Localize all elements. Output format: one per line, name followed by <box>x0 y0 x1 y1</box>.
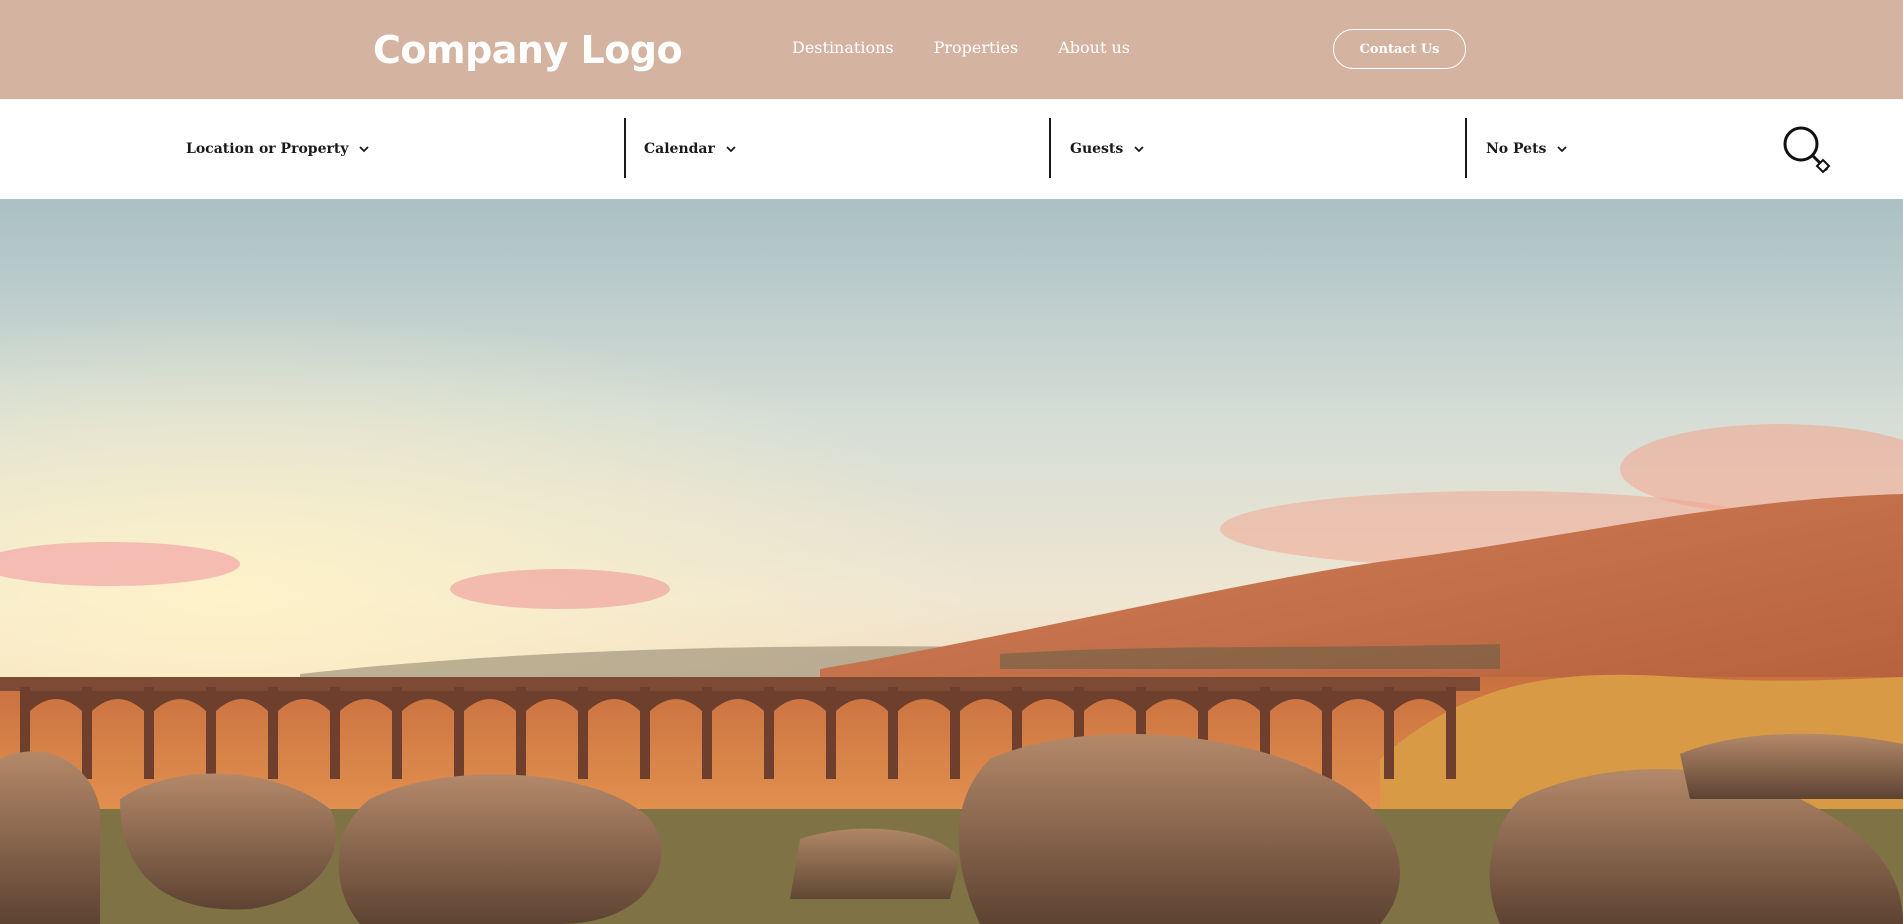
guests-dropdown[interactable]: Guests <box>1070 99 1145 199</box>
viaduct-pillar <box>82 687 92 779</box>
calendar-label: Calendar <box>644 141 715 157</box>
main-nav: Destinations Properties About us <box>792 37 1130 59</box>
search-divider <box>1465 118 1467 178</box>
viaduct-pillar <box>206 687 216 779</box>
search-divider <box>624 118 626 178</box>
viaduct-pillar <box>950 687 960 779</box>
contact-us-button[interactable]: Contact Us <box>1333 29 1466 69</box>
chevron-down-icon <box>1556 143 1568 155</box>
site-header: Company Logo Destinations Properties Abo… <box>0 0 1903 99</box>
pets-label: No Pets <box>1486 141 1547 157</box>
chevron-down-icon <box>1133 143 1145 155</box>
viaduct-pillar <box>268 687 278 779</box>
chevron-down-icon <box>725 143 737 155</box>
pets-dropdown[interactable]: No Pets <box>1486 99 1568 199</box>
guests-label: Guests <box>1070 141 1124 157</box>
location-label: Location or Property <box>186 141 349 157</box>
viaduct-pillar <box>1384 687 1394 779</box>
viaduct-pillar <box>144 687 154 779</box>
viaduct-pillar <box>330 687 340 779</box>
viaduct-pillar <box>578 687 588 779</box>
nav-link-properties[interactable]: Properties <box>934 37 1019 59</box>
nav-link-destinations[interactable]: Destinations <box>792 37 894 59</box>
viaduct-pillar <box>702 687 712 779</box>
viaduct-pillar <box>764 687 774 779</box>
chevron-down-icon <box>358 143 370 155</box>
company-logo[interactable]: Company Logo <box>373 26 683 74</box>
viaduct-pillar <box>888 687 898 779</box>
viaduct-pillar <box>640 687 650 779</box>
landscape-illustration <box>0 199 1903 924</box>
calendar-dropdown[interactable]: Calendar <box>644 99 737 199</box>
search-divider <box>1049 118 1051 178</box>
search-bar: Location or Property Calendar Guests No … <box>0 99 1903 199</box>
viaduct-pillar <box>454 687 464 779</box>
location-dropdown[interactable]: Location or Property <box>186 99 370 199</box>
viaduct-pillar <box>516 687 526 779</box>
viaduct-pillar <box>1322 687 1332 779</box>
hero-image <box>0 199 1903 924</box>
search-icon <box>1783 126 1831 174</box>
viaduct-pillar <box>392 687 402 779</box>
viaduct-pillar <box>1446 687 1456 779</box>
viaduct-pillar <box>826 687 836 779</box>
nav-link-about-us[interactable]: About us <box>1058 37 1130 59</box>
search-button[interactable] <box>1781 124 1831 174</box>
